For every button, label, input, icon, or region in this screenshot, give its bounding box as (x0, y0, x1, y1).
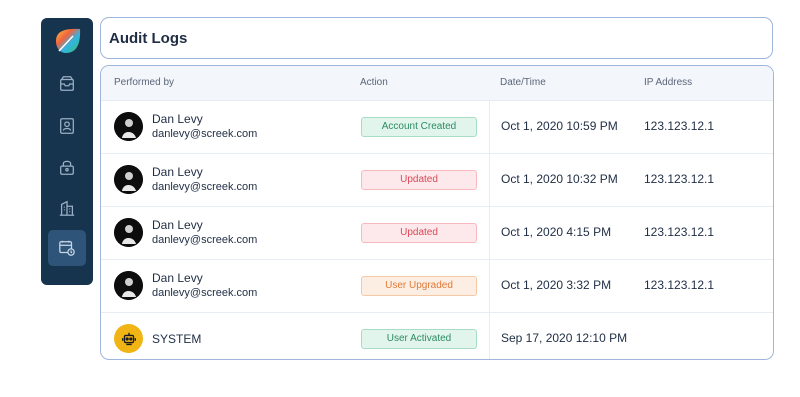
ip-cell: 123.123.12.1 (644, 225, 715, 239)
ip-cell: 123.123.12.1 (644, 172, 715, 186)
table-row[interactable]: Dan Levy danlevy@screek.com User Upgrade… (101, 259, 773, 313)
avatar (114, 218, 143, 247)
sidebar-item-organization[interactable] (48, 190, 86, 226)
datetime-cell: Oct 1, 2020 10:59 PM (501, 119, 618, 133)
lock-icon (60, 160, 74, 175)
sidebar (41, 18, 93, 285)
inbox-icon (60, 76, 74, 91)
audit-log-table: Performed by Action Date/Time IP Address… (100, 65, 774, 360)
user-email: danlevy@screek.com (152, 234, 258, 246)
ip-cell: 123.123.12.1 (644, 119, 715, 133)
column-header-datetime[interactable]: Date/Time (500, 77, 546, 88)
column-divider (489, 259, 490, 312)
page-title: Audit Logs (109, 30, 188, 47)
table-row[interactable]: SYSTEM User Activated Sep 17, 2020 12:10… (101, 312, 773, 359)
table-row[interactable]: Dan Levy danlevy@screek.com Account Crea… (101, 100, 773, 154)
table-row[interactable]: Dan Levy danlevy@screek.com Updated Oct … (101, 206, 773, 260)
status-badge: User Activated (361, 329, 477, 349)
datetime-cell: Oct 1, 2020 4:15 PM (501, 225, 612, 239)
avatar (114, 165, 143, 194)
user-email: danlevy@screek.com (152, 287, 258, 299)
user-name: Dan Levy (152, 165, 203, 179)
calendar-clock-icon (59, 240, 75, 256)
datetime-cell: Oct 1, 2020 3:32 PM (501, 278, 612, 292)
column-divider (489, 312, 490, 359)
column-header-action[interactable]: Action (360, 77, 388, 88)
sidebar-item-audit-logs[interactable] (48, 230, 86, 266)
user-name: SYSTEM (152, 332, 202, 346)
status-badge: Updated (361, 170, 477, 190)
avatar (114, 112, 143, 141)
avatar (114, 271, 143, 300)
app-logo[interactable] (53, 26, 83, 56)
column-header-ip[interactable]: IP Address (644, 77, 692, 88)
table-row[interactable]: Dan Levy danlevy@screek.com Updated Oct … (101, 153, 773, 207)
user-name: Dan Levy (152, 112, 203, 126)
user-email: danlevy@screek.com (152, 181, 258, 193)
robot-icon (121, 332, 136, 345)
datetime-cell: Sep 17, 2020 12:10 PM (501, 331, 628, 345)
ip-cell: 123.123.12.1 (644, 278, 715, 292)
status-badge: User Upgraded (361, 276, 477, 296)
sidebar-item-inbox[interactable] (48, 66, 86, 102)
user-email: danlevy@screek.com (152, 128, 258, 140)
sidebar-item-contacts[interactable] (48, 108, 86, 144)
user-name: Dan Levy (152, 271, 203, 285)
user-name: Dan Levy (152, 218, 203, 232)
column-divider (489, 100, 490, 153)
sidebar-item-security[interactable] (48, 149, 86, 185)
status-badge: Updated (361, 223, 477, 243)
column-divider (489, 206, 490, 259)
column-divider (489, 153, 490, 206)
contact-card-icon (60, 118, 74, 134)
status-badge: Account Created (361, 117, 477, 137)
avatar (114, 324, 143, 353)
datetime-cell: Oct 1, 2020 10:32 PM (501, 172, 618, 186)
table-header: Performed by Action Date/Time IP Address (101, 66, 773, 101)
page-header: Audit Logs (100, 17, 773, 59)
column-header-performed-by[interactable]: Performed by (114, 77, 174, 88)
building-icon (59, 200, 75, 216)
